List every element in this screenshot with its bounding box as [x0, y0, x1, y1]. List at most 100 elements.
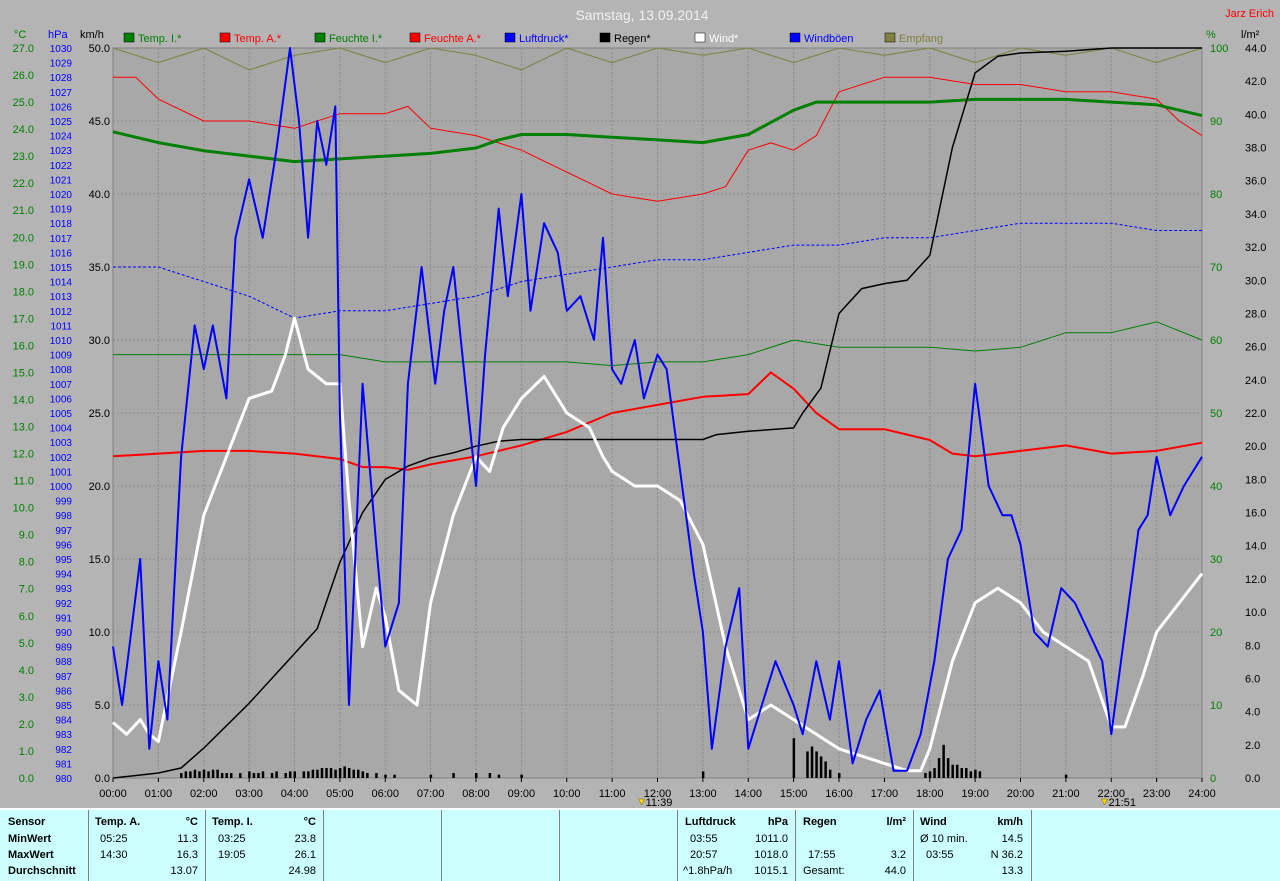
- hpa-tick-label: 1006: [50, 394, 73, 405]
- rain-unit: l/m²: [886, 816, 906, 828]
- hpa-tick-label: 983: [55, 730, 72, 741]
- rain-bar: [384, 774, 387, 778]
- x-tick-label: 04:00: [281, 788, 309, 800]
- temp-a-max-time: 14:30: [100, 849, 128, 861]
- rain-bar: [216, 769, 219, 778]
- x-tick-label: 06:00: [371, 788, 399, 800]
- hpa-tick-label: 988: [55, 657, 72, 668]
- hpa-tick-label: 987: [55, 672, 72, 683]
- hpa-tick-label: 997: [55, 526, 72, 537]
- kmh-tick-label: 30.0: [89, 335, 110, 347]
- hpa-tick-label: 995: [55, 555, 72, 566]
- temp-i-header: Temp. I.: [212, 816, 253, 828]
- hpa-tick-label: 1026: [50, 102, 73, 113]
- legend: Temp. I.* Temp. A.* Feuchte I.* Feuchte A.*…: [123, 32, 943, 45]
- rain-bar: [946, 758, 950, 778]
- lm2-tick-label: 44.0: [1245, 43, 1266, 55]
- celsius-tick-label: 5.0: [19, 638, 34, 650]
- rain-bar: [352, 769, 355, 778]
- hpa-tick-label: 1028: [50, 73, 73, 84]
- rain-bar: [819, 756, 823, 778]
- durchschnitt-label: Durchschnitt: [8, 865, 76, 877]
- x-tick-label: 20:00: [1007, 788, 1035, 800]
- hpa-tick-label: 1016: [50, 248, 73, 259]
- rain-bar: [520, 774, 523, 778]
- celsius-tick-label: 8.0: [19, 557, 34, 569]
- percent-tick-label: 20: [1210, 627, 1222, 639]
- legend-swatch: [789, 32, 801, 43]
- rain-bar: [969, 771, 973, 778]
- hpa-unit-label: hPa: [48, 29, 68, 41]
- rain-bar: [838, 773, 841, 778]
- hpa-tick-label: 1002: [50, 453, 73, 464]
- rain-bar: [207, 771, 210, 778]
- x-tick-label: 19:00: [961, 788, 989, 800]
- rain-bar: [320, 768, 324, 778]
- percent-tick-label: 40: [1210, 481, 1222, 493]
- wind-avg10: 14.5: [1001, 833, 1023, 845]
- time-marker-label: 11:39: [646, 797, 673, 808]
- rain-bar: [257, 773, 260, 778]
- lm2-tick-label: 38.0: [1245, 143, 1266, 155]
- rain-bar: [225, 773, 228, 778]
- celsius-tick-label: 23.0: [13, 151, 34, 163]
- celsius-tick-label: 11.0: [13, 476, 34, 488]
- legend-label: Temp. A.*: [234, 33, 282, 45]
- rain-bar: [220, 773, 224, 778]
- pressure-min: 1011.0: [755, 833, 788, 845]
- hpa-tick-label: 1015: [50, 263, 73, 274]
- rain-bar: [497, 774, 501, 778]
- weather-chart: Samstag, 13.09.2014 Jarz Erich Temp. I.*…: [0, 0, 1280, 809]
- legend-swatch: [504, 32, 516, 43]
- hpa-tick-label: 1014: [50, 278, 73, 289]
- kmh-tick-label: 50.0: [89, 43, 110, 55]
- hpa-tick-label: 1003: [50, 438, 73, 449]
- hpa-tick-label: 985: [55, 701, 72, 712]
- rain-bar: [357, 769, 360, 778]
- hpa-tick-label: 991: [55, 613, 72, 624]
- percent-tick-label: 70: [1210, 262, 1222, 274]
- rain-bar: [978, 771, 982, 778]
- rain-bar: [960, 768, 964, 778]
- x-tick-label: 11:00: [599, 788, 626, 800]
- rain-bar: [974, 769, 977, 778]
- lm2-tick-label: 22.0: [1245, 408, 1266, 420]
- rain-bar: [270, 773, 274, 778]
- hpa-tick-label: 981: [55, 759, 72, 770]
- kmh-tick-label: 40.0: [89, 189, 110, 201]
- celsius-tick-label: 13.0: [13, 422, 34, 434]
- kmh-tick-label: 15.0: [89, 554, 110, 566]
- lm2-tick-label: 14.0: [1245, 541, 1266, 553]
- temp-i-max-time: 19:05: [218, 849, 246, 861]
- rain-total-label: Gesamt:: [803, 865, 845, 877]
- weather-chart-window: Samstag, 13.09.2014 Jarz Erich Temp. I.*…: [0, 0, 1280, 881]
- hpa-tick-label: 1000: [50, 482, 73, 493]
- percent-tick-label: 60: [1210, 335, 1222, 347]
- temp-i-max: 26.1: [294, 849, 316, 861]
- x-tick-label: 13:00: [689, 788, 717, 800]
- divider: [677, 810, 678, 881]
- hpa-tick-label: 1007: [50, 380, 73, 391]
- rain-bar: [261, 771, 265, 778]
- rain-bar: [361, 771, 365, 778]
- hpa-tick-label: 1009: [50, 351, 73, 362]
- wind-avg: 13.3: [1001, 865, 1023, 877]
- celsius-tick-label: 2.0: [19, 719, 34, 731]
- hpa-tick-label: 1010: [50, 336, 73, 347]
- celsius-tick-label: 10.0: [13, 503, 34, 515]
- rain-bar: [937, 758, 941, 778]
- rain-bar: [211, 769, 215, 778]
- hpa-tick-label: 982: [55, 745, 72, 756]
- temp-i-min: 23.8: [294, 833, 316, 845]
- x-tick-label: 08:00: [462, 788, 490, 800]
- lm2-tick-label: 16.0: [1245, 508, 1266, 520]
- x-tick-label: 00:00: [99, 788, 127, 800]
- celsius-tick-label: 12.0: [13, 449, 34, 461]
- rain-bar: [302, 771, 306, 778]
- hpa-tick-label: 1011: [50, 321, 72, 332]
- wind-gust-time: 03:55: [926, 849, 954, 861]
- hpa-tick-label: 986: [55, 686, 72, 697]
- lm2-tick-label: 2.0: [1245, 740, 1260, 752]
- rain-bar: [316, 769, 319, 778]
- x-tick-label: 17:00: [871, 788, 899, 800]
